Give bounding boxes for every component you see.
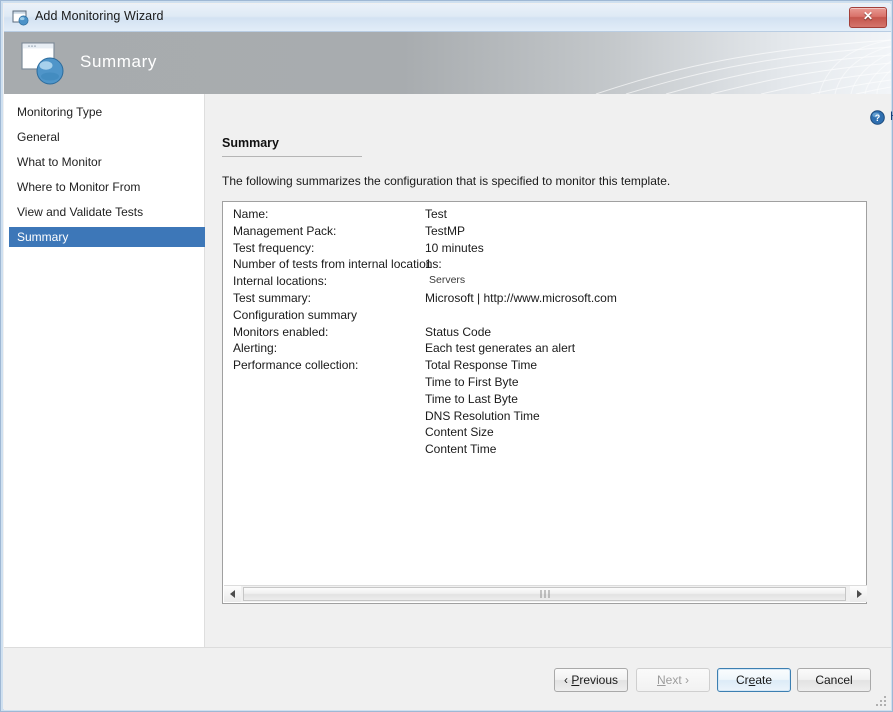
- resize-grip-icon[interactable]: [876, 696, 886, 706]
- summary-row-label: Monitors enabled:: [233, 324, 329, 339]
- summary-row-label: Number of tests from internal locations:: [233, 257, 442, 272]
- summary-row-label: Performance collection:: [233, 358, 359, 373]
- sidebar-item-label: Monitoring Type: [17, 105, 103, 119]
- summary-row-label: Alerting:: [233, 341, 278, 356]
- banner-window-globe-icon: [20, 38, 70, 88]
- sidebar-item-monitoring-type[interactable]: Monitoring Type: [9, 102, 205, 122]
- title-bar: Add Monitoring Wizard ✕: [4, 4, 891, 32]
- close-button[interactable]: ✕: [849, 7, 887, 28]
- summary-row-value: Content Time: [425, 442, 497, 457]
- sidebar-item-summary[interactable]: Summary: [9, 227, 205, 247]
- close-icon: ✕: [862, 9, 874, 23]
- summary-row: Alerting: Each test generates an alert: [223, 341, 866, 358]
- summary-row: Configuration summary: [223, 308, 866, 325]
- summary-row-label: Management Pack:: [233, 223, 337, 238]
- summary-row-label: Name:: [233, 207, 269, 221]
- summary-row: Performance collection: Total Response Ti…: [223, 358, 866, 375]
- summary-row: DNS Resolution Time: [223, 409, 866, 426]
- summary-row-value: Servers: [429, 274, 466, 287]
- banner-mesh-decoration: [595, 39, 891, 94]
- summary-row-value: Total Response Time: [425, 358, 538, 373]
- section-title: Summary: [222, 136, 279, 150]
- sidebar-item-label: What to Monitor: [17, 155, 102, 169]
- summary-row-label: Internal locations:: [233, 274, 328, 289]
- summary-row-value: Content Size: [425, 425, 494, 440]
- summary-row-value: 1: [425, 257, 432, 272]
- summary-row-value: Status Code: [425, 324, 492, 339]
- summary-row-value: DNS Resolution Time: [425, 408, 540, 423]
- summary-row-value: Test: [425, 207, 448, 221]
- summary-row: Monitors enabled: Status Code: [223, 325, 866, 342]
- scrollbar-grip-icon: [540, 590, 549, 598]
- summary-row-value: 10 minutes: [425, 240, 484, 255]
- sidebar-item-label: Summary: [17, 230, 69, 244]
- summary-row: Internal locations: Servers: [223, 274, 866, 291]
- previous-button[interactable]: ‹ Previous: [554, 668, 628, 692]
- sidebar-item-view-and-validate-tests[interactable]: View and Validate Tests: [9, 202, 205, 222]
- summary-row-label: Test summary:: [233, 290, 312, 305]
- wizard-banner: Summary: [4, 32, 891, 94]
- summary-box: Name: Test Management Pack: TestMP Test freq…: [222, 201, 867, 604]
- summary-row: Test summary: Microsoft | http://www.micr…: [223, 291, 866, 308]
- next-button[interactable]: Next ›: [636, 668, 710, 692]
- summary-row: Content Size: [223, 425, 866, 442]
- content-panel: ? Help Summary The following summarizes …: [205, 94, 893, 647]
- summary-row: Name: Test: [223, 207, 866, 224]
- summary-row: Time to Last Byte: [223, 392, 866, 409]
- sidebar-item-label: General: [17, 130, 60, 144]
- horizontal-scrollbar[interactable]: [224, 585, 867, 602]
- banner-title: Summary: [80, 52, 157, 71]
- sidebar-item-what-to-monitor[interactable]: What to Monitor: [9, 152, 205, 172]
- scroll-right-arrow-icon[interactable]: [850, 586, 867, 602]
- sidebar-item-label: View and Validate Tests: [17, 205, 144, 219]
- summary-row: Management Pack: TestMP: [223, 224, 866, 241]
- summary-row: Content Time: [223, 442, 866, 459]
- svg-text:?: ?: [875, 113, 881, 123]
- footer-bar: ‹ Previous Next › Create Cancel: [4, 647, 891, 710]
- summary-row-value: Each test generates an alert: [425, 341, 576, 356]
- summary-rows: Name: Test Management Pack: TestMP Test freq…: [223, 207, 866, 459]
- summary-row-label: Configuration summary: [233, 307, 358, 322]
- intro-text: The following summarizes the configurati…: [222, 174, 671, 188]
- summary-row: Test frequency: 10 minutes: [223, 241, 866, 258]
- scrollbar-thumb[interactable]: [243, 587, 846, 601]
- summary-row-value: Microsoft | http://www.microsoft.com: [425, 290, 617, 305]
- sidebar-item-general[interactable]: General: [9, 127, 205, 147]
- summary-row-label: Test frequency:: [233, 240, 315, 255]
- wizard-window: Add Monitoring Wizard ✕ Summary Monitori…: [0, 0, 893, 712]
- window-title: Add Monitoring Wizard: [35, 9, 164, 23]
- summary-row: Number of tests from internal locations:…: [223, 257, 866, 274]
- summary-row-value: Time to Last Byte: [425, 391, 518, 406]
- sidebar-item-label: Where to Monitor From: [17, 180, 141, 194]
- summary-row-value: Time to First Byte: [425, 374, 519, 389]
- wizard-sidebar: Monitoring Type General What to Monitor …: [4, 94, 205, 647]
- help-question-icon: ?: [870, 110, 885, 125]
- cancel-button[interactable]: Cancel: [797, 668, 871, 692]
- sidebar-item-where-to-monitor-from[interactable]: Where to Monitor From: [9, 177, 205, 197]
- scroll-left-arrow-icon[interactable]: [224, 586, 241, 602]
- summary-row: Time to First Byte: [223, 375, 866, 392]
- section-divider: [222, 156, 362, 157]
- summary-row-value: TestMP: [425, 223, 466, 238]
- create-button[interactable]: Create: [717, 668, 791, 692]
- window-globe-icon: [12, 9, 30, 27]
